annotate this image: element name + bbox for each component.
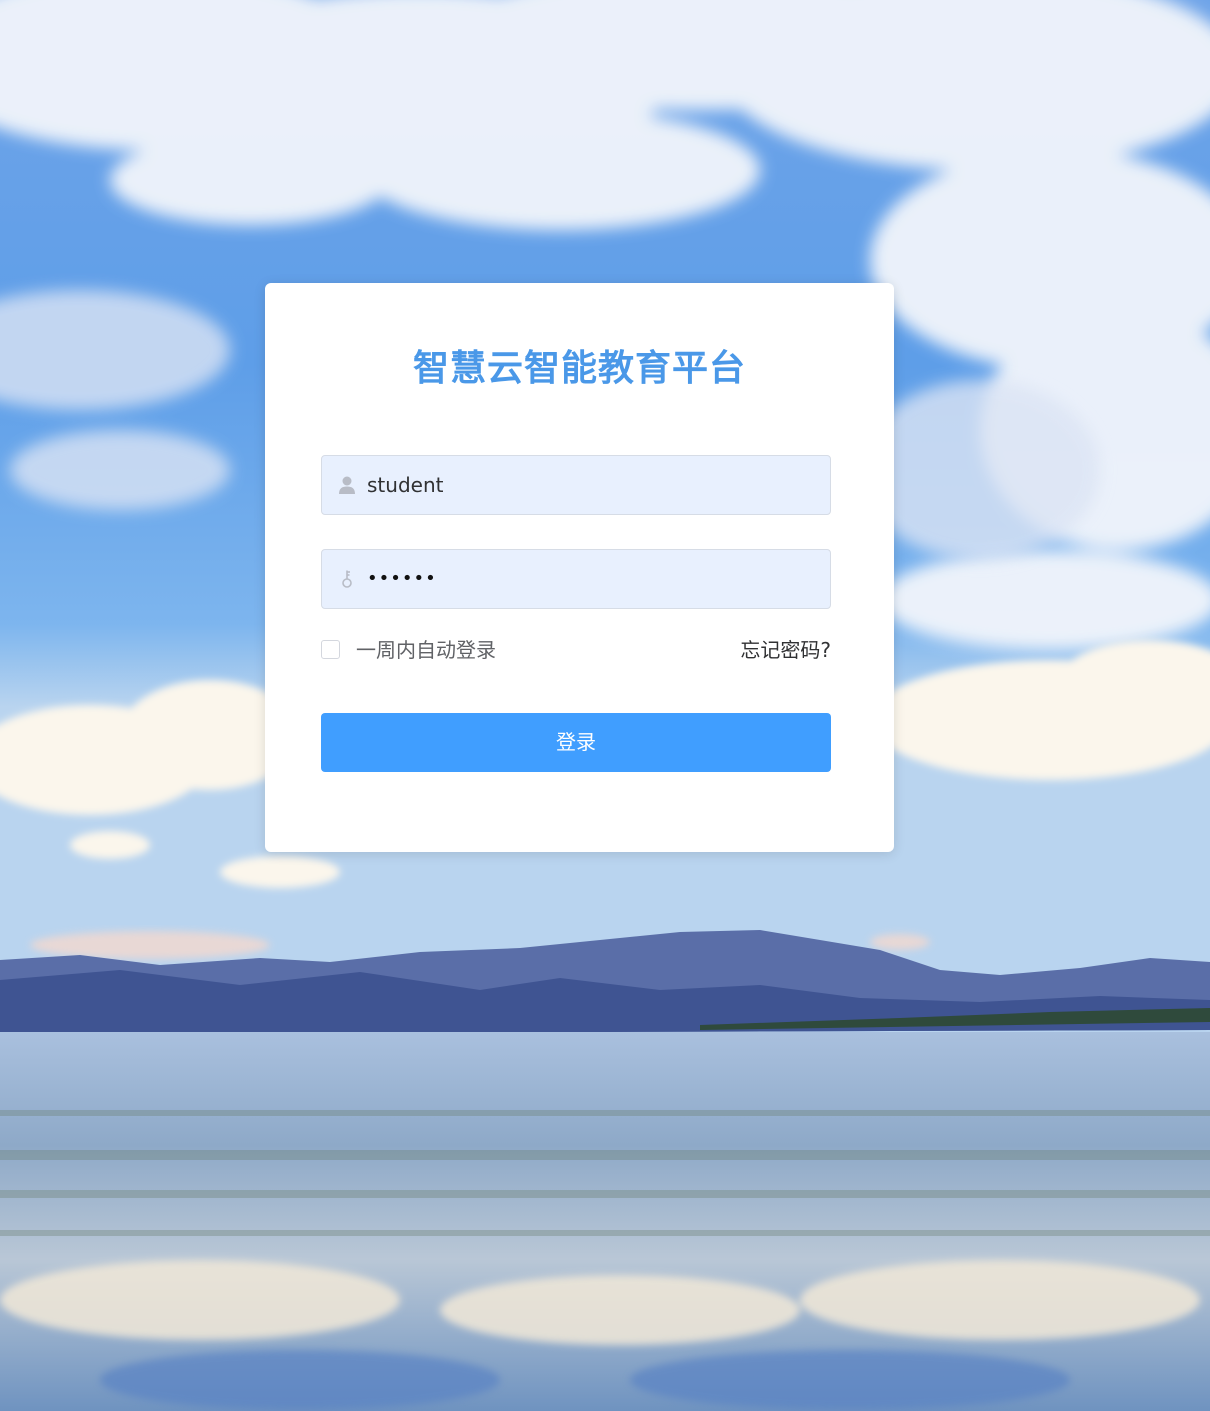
remember-label[interactable]: 一周内自动登录 (356, 637, 496, 663)
remember-checkbox[interactable] (321, 640, 340, 659)
forgot-password-link[interactable]: 忘记密码? (740, 637, 831, 663)
remember-row: 一周内自动登录 忘记密码? (321, 637, 831, 663)
platform-title: 智慧云智能教育平台 (412, 348, 746, 389)
user-icon (338, 475, 356, 495)
username-input-value[interactable]: student (367, 456, 443, 514)
username-field[interactable]: student (321, 455, 831, 515)
login-card: 智慧云智能教育平台 student •••••• 一周内自动登录 忘记密码? 登… (265, 283, 894, 852)
password-field[interactable]: •••••• (321, 549, 831, 609)
key-icon (338, 569, 356, 589)
password-input-value[interactable]: •••••• (367, 550, 437, 608)
login-button[interactable]: 登录 (321, 713, 831, 772)
